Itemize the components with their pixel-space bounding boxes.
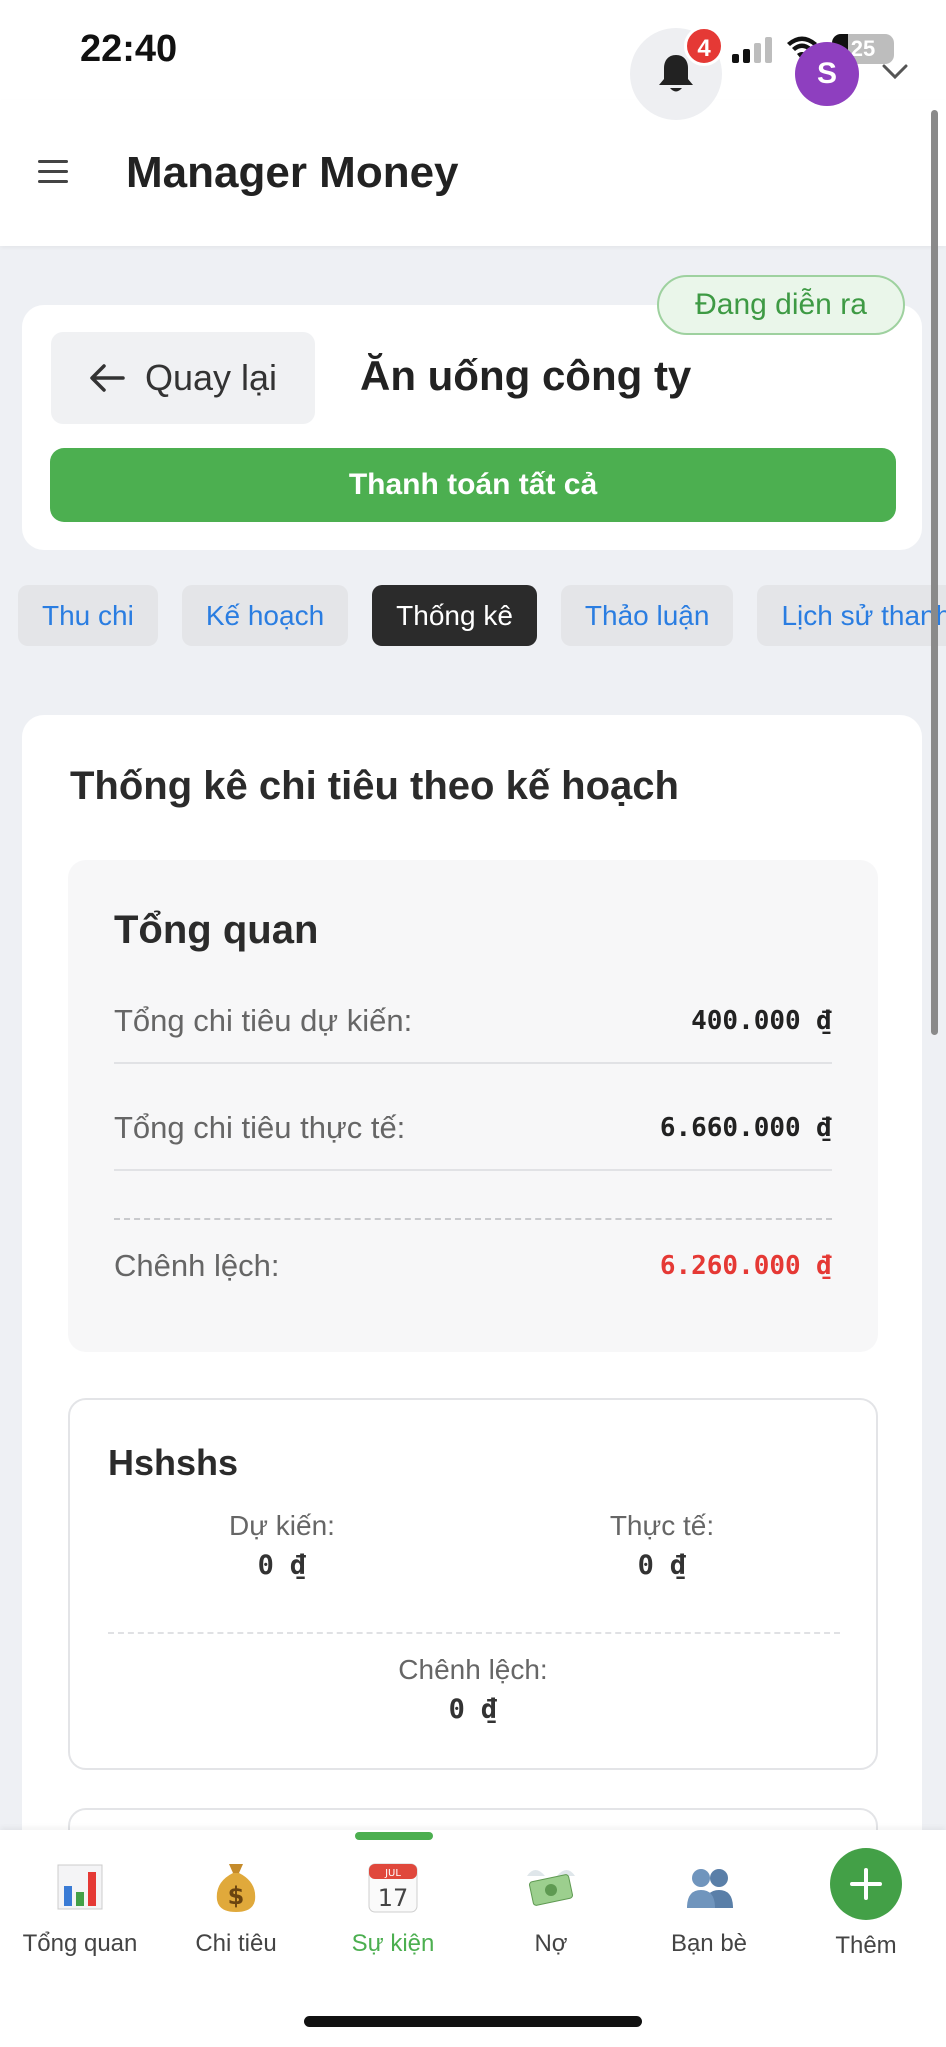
scrollbar[interactable]	[931, 110, 938, 1035]
tab-thu-chi[interactable]: Thu chi	[18, 585, 158, 646]
stats-title: Thống kê chi tiêu theo kế hoạch	[70, 764, 679, 808]
actual-total-row: Tổng chi tiêu thực tế: 6.660.000 ₫	[114, 1110, 832, 1146]
status-time: 22:40	[80, 28, 178, 70]
nav-label: Sự kiện	[351, 1930, 435, 1957]
notification-badge: 4	[684, 26, 724, 66]
plan-item-difference: Chênh lệch: 0 ₫	[343, 1654, 603, 1725]
plan-item-difference-value: 0 ₫	[448, 1694, 498, 1725]
svg-text:$: $	[228, 1882, 245, 1910]
active-tab-indicator	[355, 1832, 433, 1840]
event-title: Ăn uống công ty	[360, 352, 692, 399]
back-button[interactable]: Quay lại	[51, 332, 315, 424]
divider	[114, 1169, 832, 1171]
plan-item-actual: Thực tế: 0 ₫	[532, 1510, 792, 1581]
difference-value: 6.260.000 ₫	[659, 1251, 832, 1281]
event-tabs: Thu chi Kế hoạch Thống kê Thảo luận Lịch…	[18, 585, 946, 646]
nav-label: Chi tiêu	[195, 1930, 277, 1957]
pay-all-button[interactable]: Thanh toán tất cả	[50, 448, 896, 522]
plan-item-difference-label: Chênh lệch:	[398, 1654, 548, 1685]
nav-item-them[interactable]: Thêm	[786, 1848, 946, 1960]
plan-item-planned: Dự kiến: 0 ₫	[152, 1510, 412, 1581]
plan-item-actual-value: 0 ₫	[637, 1550, 687, 1581]
plus-icon	[850, 1868, 882, 1900]
divider	[114, 1062, 832, 1064]
cellular-signal-icon	[732, 35, 772, 63]
plan-item-actual-label: Thực tế:	[609, 1510, 715, 1541]
add-button[interactable]	[830, 1848, 902, 1920]
arrow-left-icon	[90, 364, 125, 392]
app-title: Manager Money	[126, 148, 459, 197]
nav-item-su-kien[interactable]: JUL 17 Sự kiện	[313, 1858, 473, 1958]
calendar-icon: JUL 17	[368, 1863, 418, 1913]
home-indicator[interactable]	[304, 2016, 642, 2027]
actual-total-label: Tổng chi tiêu thực tế:	[114, 1110, 406, 1145]
nav-label: Thêm	[835, 1932, 897, 1959]
plan-item-name: Hshshs	[108, 1442, 239, 1483]
difference-row: Chênh lệch: 6.260.000 ₫	[114, 1248, 832, 1284]
people-icon	[687, 1869, 733, 1908]
back-button-label: Quay lại	[144, 357, 278, 398]
app-header: Manager Money	[0, 100, 946, 246]
planned-total-value: 400.000 ₫	[691, 1006, 832, 1036]
nav-item-chi-tieu[interactable]: $ Chi tiêu	[156, 1858, 316, 1958]
menu-icon[interactable]	[38, 160, 68, 184]
avatar[interactable]: S	[795, 42, 859, 106]
difference-label: Chênh lệch:	[114, 1248, 280, 1283]
tab-ke-hoach[interactable]: Kế hoạch	[181, 585, 349, 646]
money-bag-icon: $	[216, 1864, 256, 1912]
nav-item-tong-quan[interactable]: Tổng quan	[0, 1858, 160, 1958]
plan-item-planned-value: 0 ₫	[257, 1550, 307, 1581]
dashed-divider	[114, 1218, 832, 1220]
tab-lich-su[interactable]: Lịch sử thanh	[757, 585, 946, 646]
chevron-down-icon[interactable]	[882, 64, 908, 80]
actual-total-value: 6.660.000 ₫	[659, 1113, 832, 1143]
dashed-divider	[108, 1632, 840, 1634]
svg-text:JUL: JUL	[384, 1868, 401, 1879]
nav-item-ban-be[interactable]: Bạn bè	[629, 1858, 789, 1958]
planned-total-label: Tổng chi tiêu dự kiến:	[114, 1003, 413, 1038]
money-wings-icon	[527, 1870, 575, 1906]
bar-chart-icon	[57, 1864, 103, 1910]
nav-item-no[interactable]: Nợ	[471, 1858, 631, 1958]
nav-label: Nợ	[534, 1930, 568, 1957]
nav-label: Tổng quan	[22, 1930, 138, 1957]
planned-total-row: Tổng chi tiêu dự kiến: 400.000 ₫	[114, 1003, 832, 1039]
tab-thao-luan[interactable]: Thảo luận	[560, 585, 734, 646]
overview-title: Tổng quan	[114, 908, 319, 952]
nav-label: Bạn bè	[670, 1930, 748, 1957]
svg-text:17: 17	[378, 1884, 409, 1912]
tab-thong-ke[interactable]: Thống kê	[372, 585, 537, 646]
status-badge: Đang diễn ra	[657, 275, 905, 335]
plan-item-planned-label: Dự kiến:	[229, 1510, 335, 1541]
